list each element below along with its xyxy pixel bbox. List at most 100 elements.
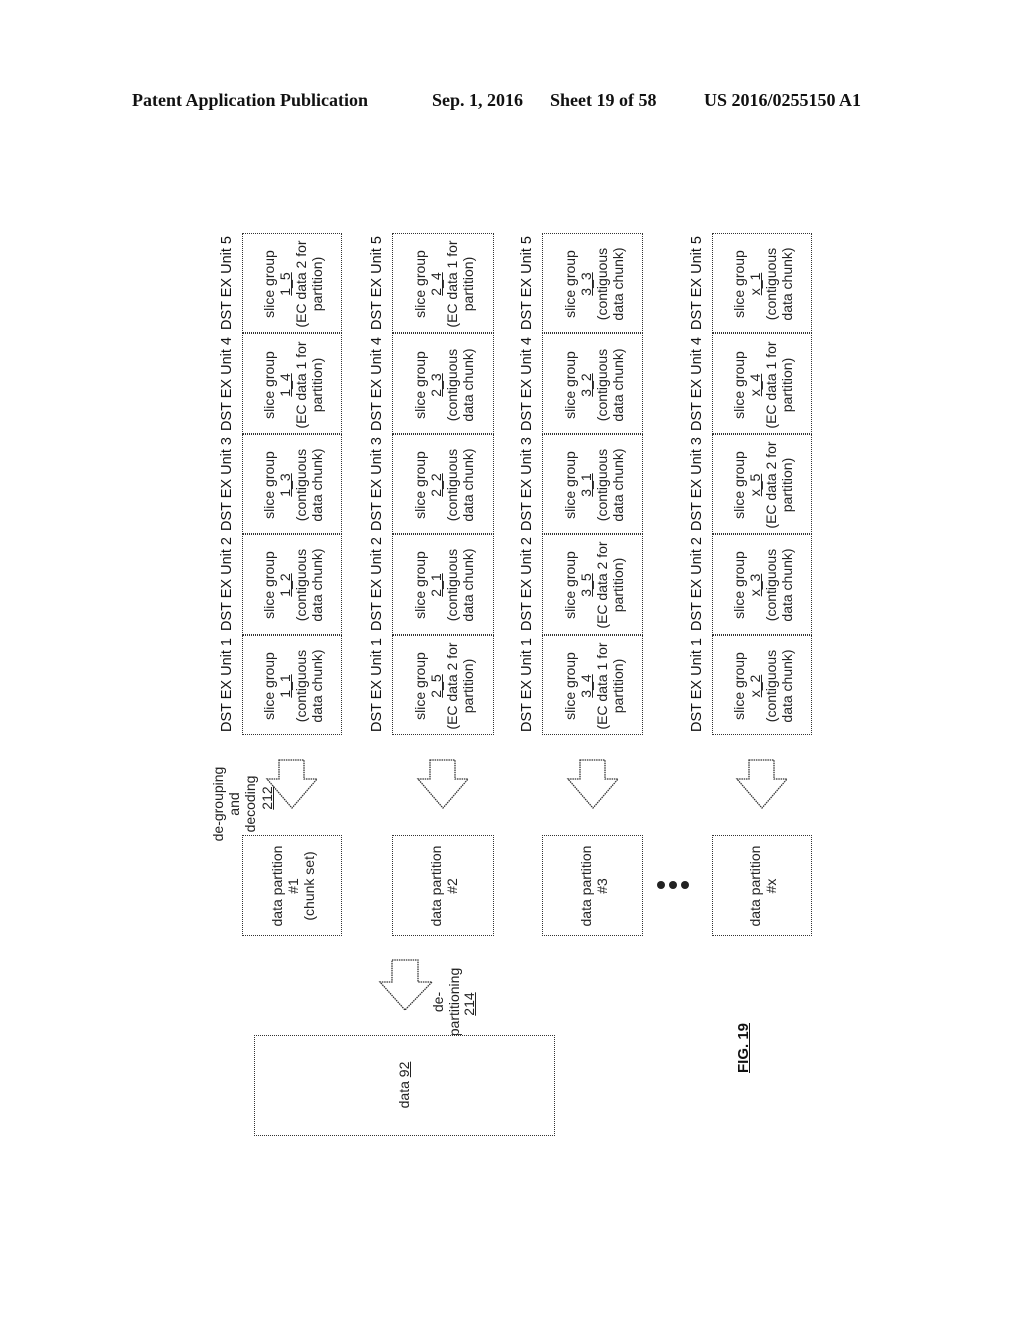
slice-group-id: 2_1 [427,573,444,598]
dst-ex-unit-label: DST EX Unit 5 [369,236,385,331]
slice-group-line: slice group [260,651,277,720]
slice-group-id: 1_5 [276,272,293,296]
dst-ex-unit-label: DST EX Unit 2 [369,537,385,632]
degrouping-arrow-icon [735,759,789,809]
slice-group-line: slice group [411,651,428,720]
slice-group-cell: slice group 3_4 (EC data 1 for partition) [542,634,644,736]
slice-group-line: (contiguous [593,248,610,321]
slice-group-text: slice group 1_5 (EC data 2 for partition) [243,234,343,334]
slice-group-text: slice group x_1 (contiguous data chunk) [713,234,813,334]
data-partition-line: data partition [577,845,594,927]
data-box: data 92 [254,1035,555,1136]
slice-group-cell: slice group 2_4 (EC data 1 for partition) [392,233,494,334]
slice-group-text: slice group 2_1 (contiguous data chunk) [394,535,494,635]
slice-group-line: data chunk) [309,649,326,723]
slice-group-id: 1_3 [276,473,293,497]
slice-group-line: partition) [609,658,626,714]
slice-group-text: slice group 1_3 (contiguous data chunk) [243,435,343,535]
dst-ex-unit-label: DST EX Unit 2 [689,537,705,632]
slice-group-line: data chunk) [309,448,326,522]
slice-group-line: (contiguous [444,348,460,421]
slice-group-line: (EC data 1 for [444,240,460,328]
slice-group-id: 3_1 [577,473,594,497]
data-partition-text: data partition #x [713,836,813,936]
slice-group-line: partition) [609,558,626,613]
degrouping-ref: 212 [259,786,275,810]
slice-group-line: (EC data 1 for [293,341,309,429]
slice-group-line: partition) [309,357,326,412]
slice-group-id: 2_5 [427,674,444,698]
slice-group-cell: slice group 2_5 (EC data 2 for partition) [392,634,494,735]
slice-group-text: slice group 3_1 (contiguous data chunk) [544,435,644,535]
slice-group-line: slice group [411,451,428,519]
data-partition-line: data partition [268,845,285,927]
slice-group-id: x_4 [746,373,763,396]
slice-group-text: slice group 3_5 (EC data 2 for partition) [544,535,644,635]
data-box-text: data [396,1081,412,1109]
data-partition-line: #x [763,878,779,894]
dst-ex-unit-label: DST EX Unit 5 [519,236,535,331]
slice-group-id: x_1 [746,272,763,296]
slice-group-line: slice group [411,350,428,419]
data-partition-line: data partition [746,845,763,927]
slice-group-text: slice group x_3 (contiguous data chunk) [713,535,813,635]
slice-group-line: slice group [730,250,747,319]
slice-group-cell: slice group 1_2 (contiguous data chunk) [242,534,343,635]
slice-group-line: slice group [411,551,428,620]
slice-group-line: (contiguous [444,448,460,522]
slice-group-line: data chunk) [779,649,796,723]
slice-group-line: slice group [730,451,747,519]
dst-ex-unit-label: DST EX Unit 4 [219,336,235,431]
slice-group-line: (contiguous [293,549,309,622]
slice-group-line: slice group [260,350,277,419]
slice-group-line: partition) [460,658,477,714]
slice-group-line: slice group [411,250,428,319]
data-partition-line: data partition [427,845,444,927]
slice-group-line: data chunk) [609,348,626,422]
dst-ex-unit-label: DST EX Unit 5 [219,236,235,331]
slice-group-line: (contiguous [593,348,610,421]
slice-group-id: 3_4 [577,674,594,698]
slice-group-id: 2_4 [427,272,444,296]
departitioning-ref: 214 [461,992,477,1016]
dst-ex-unit-label: DST EX Unit 1 [689,637,705,732]
slice-group-text: slice group x_2 (contiguous data chunk) [713,636,813,736]
slice-group-text: slice group 2_2 (contiguous data chunk) [394,435,494,535]
ellipsis-dot [681,881,689,889]
slice-group-text: slice group 1_2 (contiguous data chunk) [243,535,343,635]
slice-group-line: (EC data 2 for [593,541,610,629]
slice-group-text: slice group 3_4 (EC data 1 for partition) [544,636,644,736]
data-partition-line: #1 [284,878,301,894]
slice-group-line: slice group [561,451,578,519]
dst-ex-unit-label: DST EX Unit 1 [369,637,385,732]
dst-ex-unit-label: DST EX Unit 3 [219,436,235,532]
slice-group-cell: slice group 1_1 (contiguous data chunk) [242,634,342,735]
slice-group-line: partition) [779,357,796,412]
slice-group-line: (contiguous [293,649,309,722]
slice-group-cell: slice group 2_1 (contiguous data chunk) [392,534,494,635]
publication-type: Patent Application Publication [132,90,369,110]
slice-group-line: slice group [260,551,277,620]
slice-group-text: slice group 1_4 (EC data 1 for partition) [243,335,343,435]
slice-group-cell: slice group x_5 (EC data 2 for partition) [712,433,813,535]
figure-label: FIG. 19 [735,1022,752,1074]
dst-ex-unit-label: DST EX Unit 1 [219,637,235,732]
dst-ex-unit-label: DST EX Unit 4 [519,336,535,431]
slice-group-line: data chunk) [609,448,626,522]
slice-group-id: 2_2 [427,473,444,497]
slice-group-line: slice group [260,451,277,519]
slice-group-cell: slice group x_1 (contiguous data chunk) [712,233,813,334]
slice-group-text: slice group 2_4 (EC data 1 for partition) [394,234,494,334]
slice-group-id: x_2 [746,674,763,698]
slice-group-line: partition) [460,256,477,312]
slice-group-id: 3_5 [577,573,594,598]
data-partition-line: #3 [593,878,610,894]
data-partition-box: data partition #3 [542,835,643,936]
slice-group-line: (EC data 1 for [593,642,610,730]
slice-group-line: (EC data 1 for [763,341,779,429]
slice-group-line: (contiguous [763,649,779,722]
slice-group-text: slice group x_5 (EC data 2 for partition) [713,435,813,535]
slice-group-text: slice group 2_3 (contiguous data chunk) [394,335,494,435]
departitioning-arrow-icon [378,959,434,1011]
slice-group-id: x_3 [746,574,763,597]
